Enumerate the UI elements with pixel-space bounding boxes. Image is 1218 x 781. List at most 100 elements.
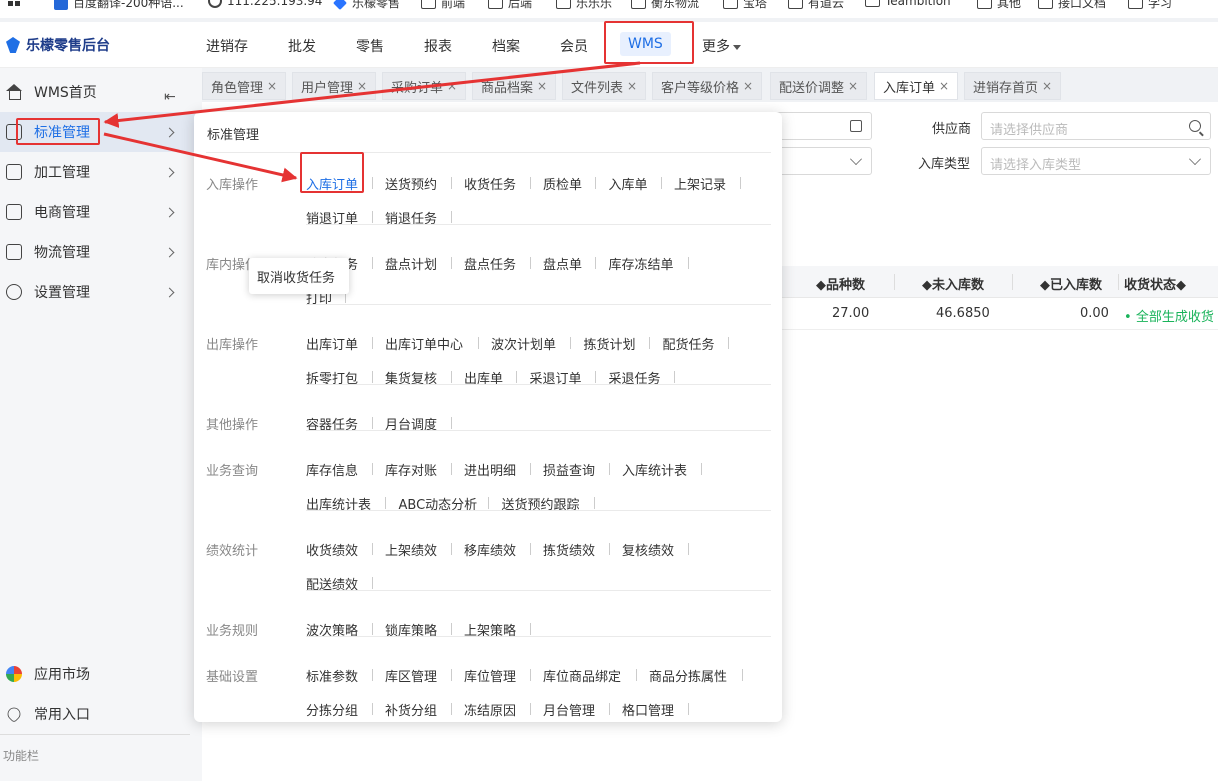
- app-logo[interactable]: 乐檬零售后台: [6, 35, 110, 55]
- bookmark-item[interactable]: 百度翻译-200种语...: [54, 0, 184, 11]
- menu-link[interactable]: 格口管理: [622, 700, 674, 719]
- close-icon[interactable]: ×: [537, 79, 547, 93]
- close-icon[interactable]: ×: [743, 79, 753, 93]
- menu-link[interactable]: 质检单: [543, 174, 582, 193]
- column-header-received[interactable]: ◆已入库数: [1040, 274, 1102, 293]
- sidebar-item-processing[interactable]: 加工管理: [0, 152, 202, 192]
- menu-link[interactable]: 库位管理: [464, 666, 516, 685]
- menu-link[interactable]: 进出明细: [464, 460, 516, 479]
- menu-link[interactable]: 补货分组: [385, 700, 437, 719]
- menu-link[interactable]: 移库绩效: [464, 540, 516, 559]
- inbound-type-select[interactable]: 请选择入库类型: [981, 147, 1211, 175]
- home-icon: [6, 84, 22, 100]
- supplier-input[interactable]: 请选择供应商: [981, 112, 1211, 140]
- sidebar-item-ecommerce[interactable]: 电商管理: [0, 192, 202, 232]
- menu-link[interactable]: 库存信息: [306, 460, 358, 479]
- menu-link[interactable]: 盘点单: [543, 254, 582, 273]
- folder-icon: [977, 0, 992, 9]
- bookmark-item[interactable]: 乐檬零售: [333, 0, 400, 11]
- tab-purchase-order[interactable]: 采购订单 ×: [382, 72, 467, 100]
- tab-role-management[interactable]: 角色管理 ×: [202, 72, 287, 100]
- menu-link[interactable]: 入库单: [609, 174, 648, 193]
- tab-user-management[interactable]: 用户管理 ×: [292, 72, 377, 100]
- menu-link[interactable]: 出库订单: [306, 334, 358, 353]
- top-nav-huiyuan[interactable]: 会员: [560, 36, 588, 56]
- menu-link[interactable]: 库存对账: [385, 460, 437, 479]
- menu-link[interactable]: 入库统计表: [622, 460, 687, 479]
- menu-link[interactable]: 商品分拣属性: [649, 666, 727, 685]
- menu-link[interactable]: 出库订单中心: [385, 334, 463, 353]
- column-header-receive-status[interactable]: 收货状态◆: [1124, 274, 1186, 293]
- folder-icon: [556, 0, 571, 9]
- close-icon[interactable]: ×: [267, 79, 277, 93]
- tab-inbound-order[interactable]: 入库订单 ×: [874, 72, 959, 100]
- top-nav-lingshou[interactable]: 零售: [356, 36, 384, 56]
- menu-link[interactable]: 上架绩效: [385, 540, 437, 559]
- close-icon[interactable]: ×: [1042, 79, 1052, 93]
- menu-link[interactable]: 拣货计划: [584, 334, 636, 353]
- menu-link[interactable]: 配货任务: [663, 334, 715, 353]
- bookmark-folder[interactable]: Teambition: [865, 0, 951, 8]
- tab-file-list[interactable]: 文件列表 ×: [562, 72, 647, 100]
- tab-product-archive[interactable]: 商品档案 ×: [472, 72, 557, 100]
- annotation-box-wms: [604, 21, 694, 64]
- menu-link[interactable]: 送货预约: [385, 174, 437, 193]
- search-icon[interactable]: [1189, 120, 1201, 132]
- menu-link[interactable]: 上架记录: [674, 174, 726, 193]
- close-icon[interactable]: ×: [447, 79, 457, 93]
- tab-delivery-price-adjust[interactable]: 配送价调整 ×: [770, 72, 868, 100]
- menu-link-separator: [594, 497, 595, 509]
- sidebar-item-settings[interactable]: 设置管理: [0, 272, 202, 312]
- sidebar-item-favorites[interactable]: 常用入口: [0, 694, 202, 734]
- menu-link[interactable]: 分拣分组: [306, 700, 358, 719]
- apps-grid-button[interactable]: [8, 0, 20, 6]
- close-icon[interactable]: ×: [627, 79, 637, 93]
- menu-link[interactable]: 损益查询: [543, 460, 595, 479]
- bookmark-folder[interactable]: 后端: [488, 0, 532, 11]
- menu-link[interactable]: 盘点计划: [385, 254, 437, 273]
- menu-link[interactable]: 波次计划单: [491, 334, 556, 353]
- bookmark-folder[interactable]: 接口文档: [1038, 0, 1106, 11]
- close-icon[interactable]: ×: [848, 79, 858, 93]
- globe-icon: [208, 0, 222, 8]
- close-icon[interactable]: ×: [939, 79, 949, 93]
- menu-link[interactable]: 冻结原因: [464, 700, 516, 719]
- menu-link[interactable]: 月台管理: [543, 700, 595, 719]
- bookmark-folder[interactable]: 乐乐乐: [556, 0, 612, 11]
- menu-link-separator: [529, 623, 531, 635]
- table-row[interactable]: 27.00 46.6850 0.00 • 全部生成收货: [782, 298, 1218, 330]
- bookmark-folder[interactable]: 学习: [1128, 0, 1172, 11]
- sidebar-item-app-market[interactable]: 应用市场: [0, 654, 202, 694]
- tab-inventory-home[interactable]: 进销存首页 ×: [964, 72, 1062, 100]
- bookmark-folder[interactable]: 其他: [977, 0, 1021, 11]
- menu-link[interactable]: 收货任务: [464, 174, 516, 193]
- sidebar-item-logistics[interactable]: 物流管理: [0, 232, 202, 272]
- bookmark-folder[interactable]: 有道云: [788, 0, 844, 11]
- column-header-not-received[interactable]: ◆未入库数: [922, 274, 984, 293]
- menu-link[interactable]: 收货绩效: [306, 540, 358, 559]
- close-icon[interactable]: ×: [357, 79, 367, 93]
- sidebar-item-wms-home[interactable]: WMS首页 ⇤: [0, 72, 202, 112]
- calendar-icon: [850, 120, 862, 132]
- tab-customer-level-price[interactable]: 客户等级价格 ×: [652, 72, 763, 100]
- top-nav-baobiao[interactable]: 报表: [424, 36, 452, 56]
- menu-link[interactable]: 拣货绩效: [543, 540, 595, 559]
- menu-link-separator: [371, 337, 373, 349]
- bookmark-item[interactable]: 111.225.193.94: [208, 0, 322, 8]
- menu-link[interactable]: 库位商品绑定: [543, 666, 621, 685]
- menu-link[interactable]: 标准参数: [306, 666, 358, 685]
- top-nav-pifa[interactable]: 批发: [288, 36, 316, 56]
- top-nav-jinxiaocun[interactable]: 进销存: [206, 36, 248, 56]
- bookmark-folder[interactable]: 宝塔: [723, 0, 767, 11]
- menu-link[interactable]: 复核绩效: [622, 540, 674, 559]
- column-header-variety-count[interactable]: ◆品种数: [816, 274, 865, 293]
- menu-link[interactable]: 库区管理: [385, 666, 437, 685]
- menu-link[interactable]: 库存冻结单: [609, 254, 674, 273]
- menu-link[interactable]: 盘点任务: [464, 254, 516, 273]
- bookmark-folder[interactable]: 衡东物流: [631, 0, 699, 11]
- top-nav-dangan[interactable]: 档案: [492, 36, 520, 56]
- heart-icon: [4, 704, 24, 724]
- bookmark-folder[interactable]: 前端: [421, 0, 465, 11]
- top-nav-more[interactable]: 更多: [702, 36, 741, 56]
- collapse-sidebar-icon[interactable]: ⇤: [164, 89, 176, 105]
